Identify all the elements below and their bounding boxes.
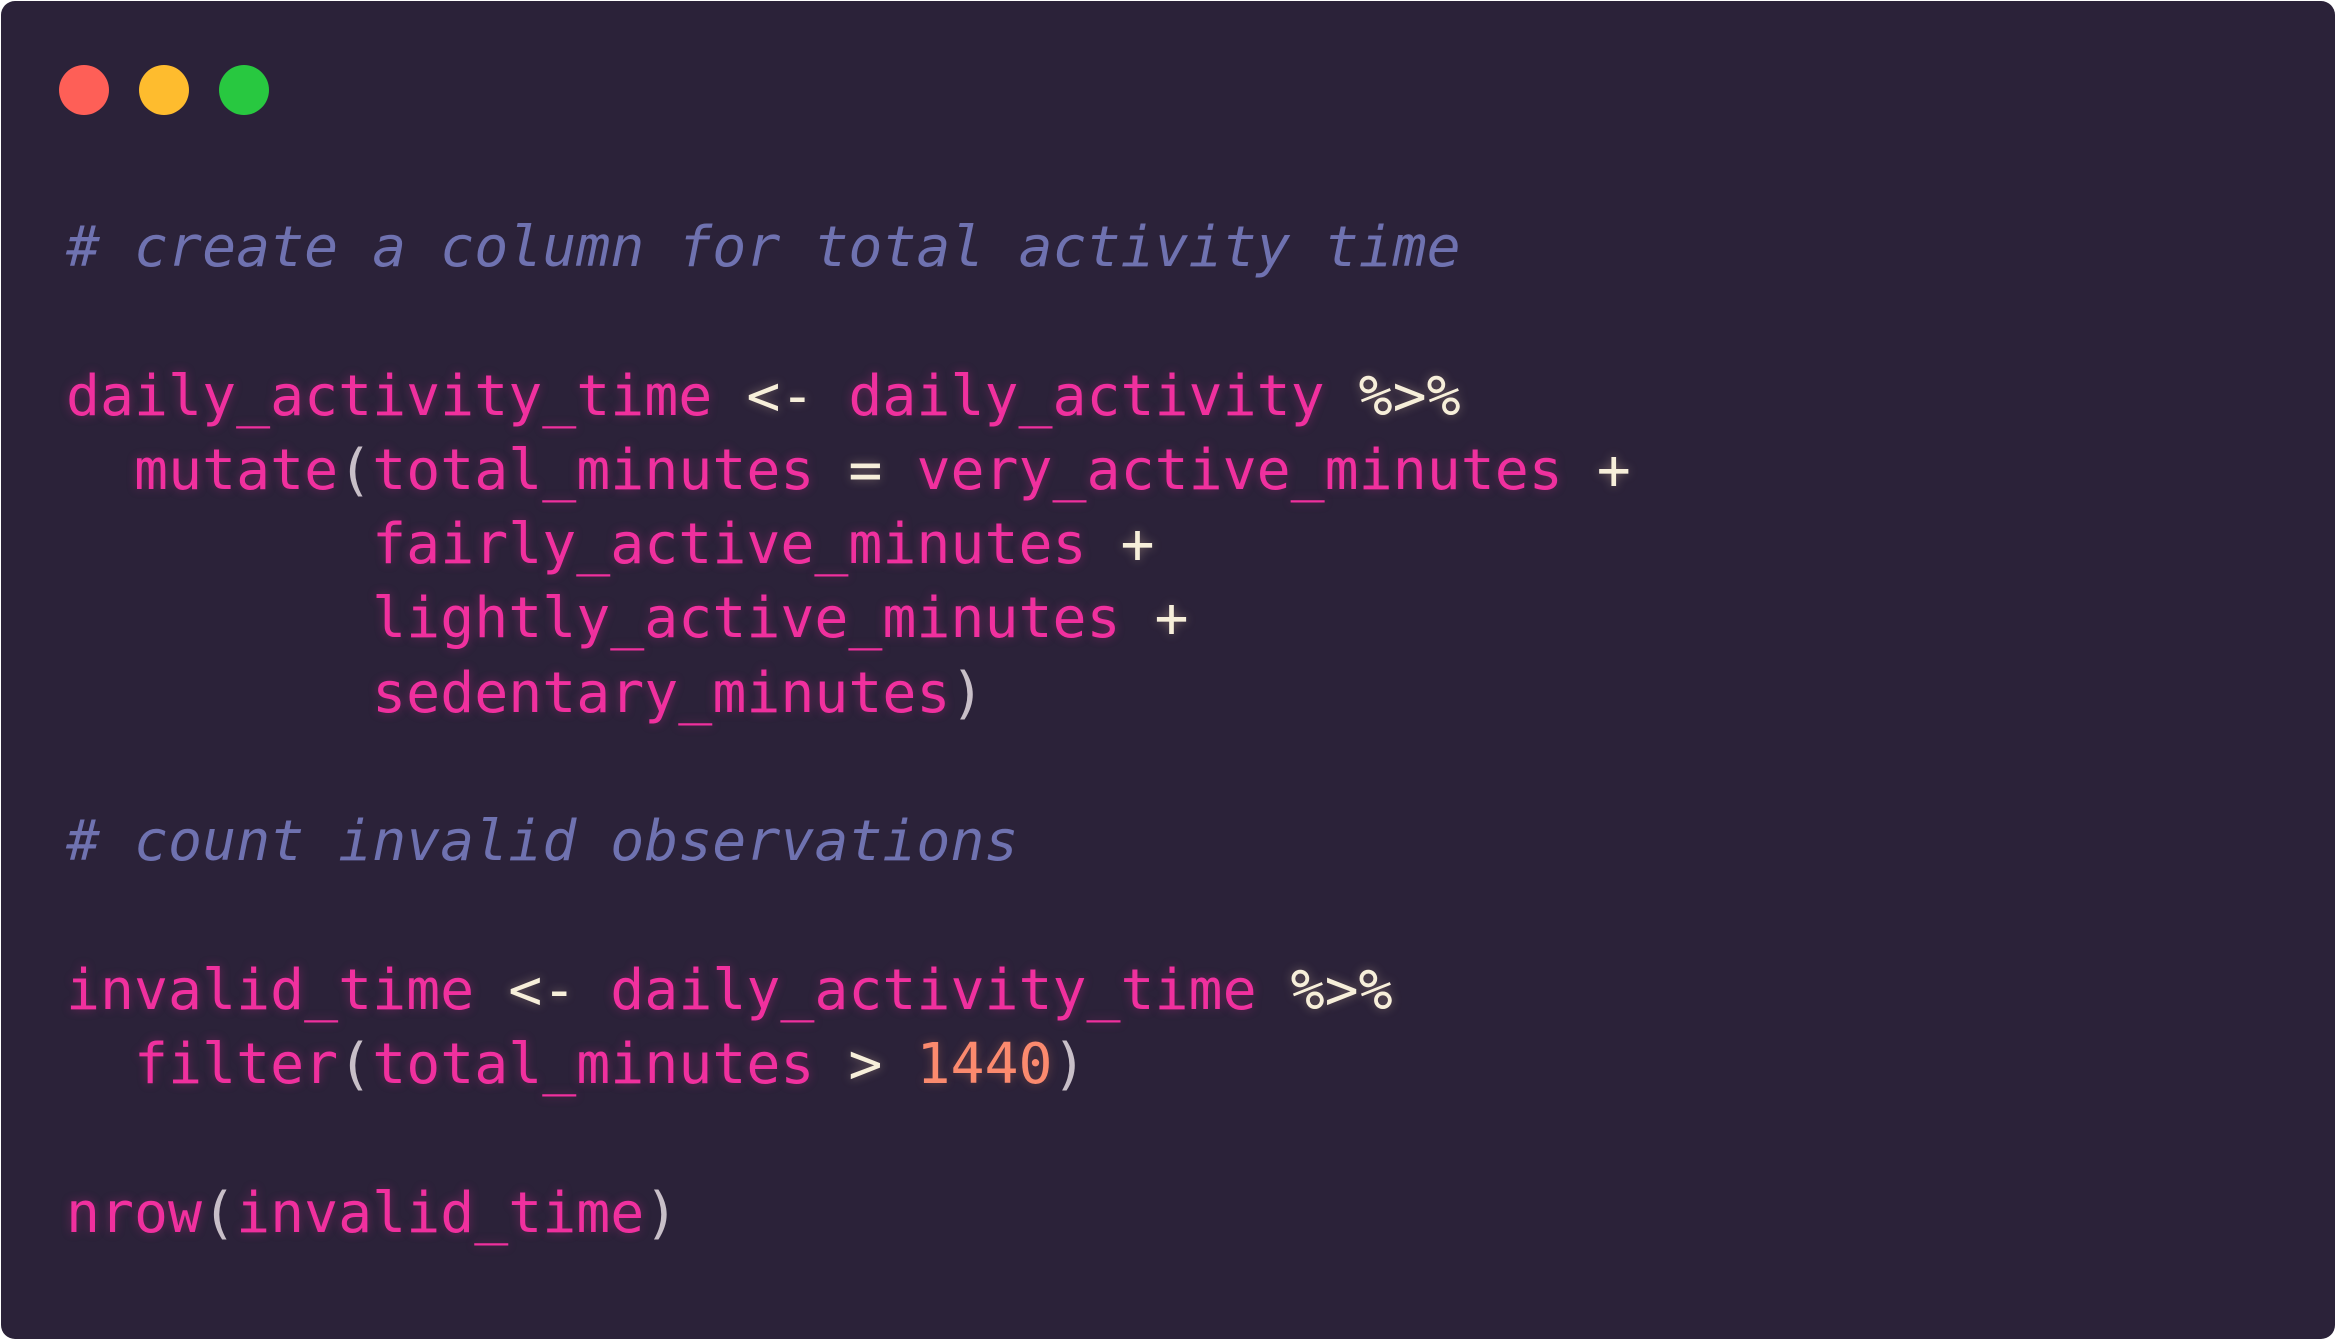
code-line: filter(total_minutes > 1440) (66, 1028, 1631, 1102)
code-line: mutate(total_minutes = very_active_minut… (66, 434, 1631, 508)
code-window: # create a column for total activity tim… (1, 1, 2335, 1339)
code-operator: <- (712, 363, 849, 429)
code-identifier: daily_activity (848, 363, 1325, 429)
code-identifier: sedentary_minutes (372, 660, 951, 726)
code-identifier: fairly_active_minutes (372, 512, 1087, 578)
code-operator: %>% (1324, 363, 1461, 429)
close-button[interactable] (59, 65, 109, 115)
code-function: filter (134, 1032, 339, 1098)
code-identifier: invalid_time (66, 957, 475, 1023)
code-line: fairly_active_minutes + (66, 508, 1631, 582)
zoom-button[interactable] (219, 65, 269, 115)
code-operator: %>% (1256, 957, 1393, 1023)
minimize-button[interactable] (139, 65, 189, 115)
code-punctuation: ) (644, 1180, 679, 1246)
code-punctuation: ( (338, 437, 373, 503)
code-operator (66, 1032, 134, 1097)
code-operator (66, 586, 372, 651)
code-operator (66, 512, 372, 577)
code-line: invalid_time <- daily_activity_time %>% (66, 954, 1631, 1028)
code-operator: = (814, 437, 917, 503)
code-operator (66, 438, 134, 503)
code-function: nrow (66, 1180, 203, 1246)
code-comment: # count invalid observations (66, 809, 1019, 875)
code-identifier: total_minutes (372, 1032, 815, 1098)
code-operator: > (814, 1032, 917, 1098)
code-identifier: very_active_minutes (916, 437, 1563, 503)
code-line: nrow(invalid_time) (66, 1177, 1631, 1251)
code-identifier: lightly_active_minutes (372, 586, 1121, 652)
code-punctuation: ) (1052, 1032, 1087, 1098)
code-line: # count invalid observations (66, 805, 1631, 879)
code-identifier: total_minutes (372, 437, 815, 503)
code-block: # create a column for total activity tim… (66, 211, 1631, 1251)
code-number: 1440 (916, 1032, 1053, 1098)
code-punctuation: ) (950, 660, 985, 726)
code-line: daily_activity_time <- daily_activity %>… (66, 360, 1631, 434)
code-operator: + (1086, 512, 1155, 578)
code-identifier: invalid_time (236, 1180, 645, 1246)
code-operator (66, 661, 372, 726)
code-identifier: daily_activity_time (66, 363, 713, 429)
code-identifier: daily_activity_time (610, 957, 1257, 1023)
code-operator: <- (474, 957, 611, 1023)
code-function: mutate (134, 437, 339, 503)
code-comment: # create a column for total activity tim… (66, 215, 1461, 280)
code-line: sedentary_minutes) (66, 657, 1631, 731)
code-line: lightly_active_minutes + (66, 582, 1631, 656)
code-operator: + (1562, 437, 1631, 503)
code-punctuation: ( (202, 1180, 237, 1246)
code-punctuation: ( (338, 1032, 373, 1098)
code-line: # create a column for total activity tim… (66, 211, 1631, 285)
code-operator: + (1120, 586, 1189, 652)
